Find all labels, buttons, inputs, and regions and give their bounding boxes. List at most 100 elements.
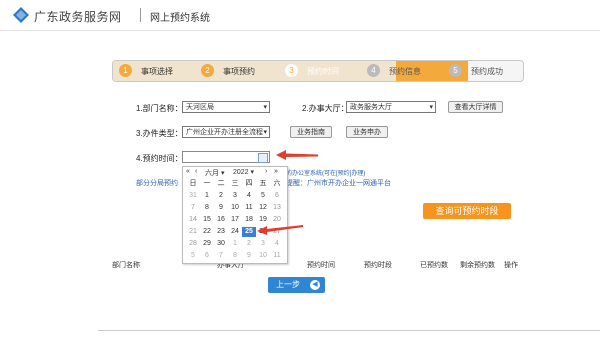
date-cell[interactable]: 7: [214, 251, 228, 261]
date-cell[interactable]: 4: [270, 239, 284, 249]
business-guide-button[interactable]: 业务指南: [290, 126, 332, 138]
step-label: 事项预约: [223, 67, 255, 76]
date-cell[interactable]: 28: [186, 239, 200, 249]
business-apply-button[interactable]: 业务申办: [346, 126, 388, 138]
date-cell[interactable]: 11: [270, 251, 284, 261]
prev-year-icon[interactable]: «: [186, 168, 190, 175]
column-header: 已预约数: [420, 262, 448, 269]
weekday-header: 三: [231, 180, 239, 187]
date-cell[interactable]: 17: [228, 215, 242, 225]
results-table-header: 部门名称 办事大厅 预约时间 预约时段 已预约数 剩余预约数 操作: [112, 258, 522, 270]
weekday-header: 二: [217, 180, 225, 187]
month-select[interactable]: 六月 ▾: [205, 168, 224, 178]
next-month-icon[interactable]: ›: [265, 168, 267, 175]
step-5: 5 预约成功: [449, 61, 521, 81]
red-arrow-icon: [257, 225, 303, 235]
weekday-header: 六: [273, 180, 281, 187]
date-cell[interactable]: 12: [256, 203, 270, 213]
calendar-icon[interactable]: [258, 153, 268, 163]
next-year-icon[interactable]: »: [274, 168, 278, 175]
year-value: 2022: [233, 169, 249, 176]
header: 广东政务服务网 网上预约系统: [0, 0, 600, 31]
item-type-select-value: 广州企业开办注册全流程: [186, 129, 263, 136]
year-select[interactable]: 2022 ▾: [233, 168, 254, 176]
date-cell[interactable]: 6: [270, 191, 284, 201]
query-available-slots-button[interactable]: 查询可预约时段: [423, 203, 511, 219]
chevron-down-icon: ▾: [429, 104, 433, 111]
column-header: 操作: [504, 262, 518, 269]
step-label: 预约时间: [307, 67, 339, 76]
column-header: 预约时间: [307, 262, 335, 269]
date-cell[interactable]: 2: [214, 191, 228, 201]
date-cell[interactable]: 18: [242, 215, 256, 225]
hall-select-value: 政务服务大厅: [350, 104, 392, 111]
step-number: 3: [285, 64, 298, 77]
previous-step-button[interactable]: 上一步 ◀: [268, 277, 325, 293]
hall-detail-button[interactable]: 查看大厅详情: [448, 101, 503, 113]
date-cell[interactable]: 4: [242, 191, 256, 201]
hall-select[interactable]: 政务服务大厅 ▾: [346, 101, 436, 113]
date-cell[interactable]: 9: [242, 251, 256, 261]
date-cell[interactable]: 1: [228, 239, 242, 249]
system-title: 网上预约系统: [150, 13, 210, 24]
date-cell[interactable]: 8: [228, 251, 242, 261]
date-cell[interactable]: 15: [200, 215, 214, 225]
date-cell[interactable]: 9: [214, 203, 228, 213]
step-label: 预约信息: [389, 67, 421, 76]
date-cell[interactable]: 6: [200, 251, 214, 261]
dept-label: 1.部门名称：: [136, 104, 183, 113]
item-type-label: 3.办件类型：: [136, 129, 183, 138]
item-type-select[interactable]: 广州企业开办注册全流程 ▾: [182, 126, 270, 138]
appointment-date-input[interactable]: [182, 151, 270, 163]
dept-select-value: 天河区局: [186, 104, 214, 111]
site-title[interactable]: 广东政务服务网: [34, 8, 122, 25]
date-cell[interactable]: 31: [186, 191, 200, 201]
date-cell[interactable]: 13: [270, 203, 284, 213]
notice-left[interactable]: 部分分局预约: [136, 178, 178, 188]
date-cell[interactable]: 23: [214, 227, 228, 237]
date-cell[interactable]: 24: [228, 227, 242, 237]
progress-steps: 1 事项选择 2 事项预约 3 预约时间 4 预约信息 5 预约成功: [112, 60, 524, 82]
selected-date-cell[interactable]: 25: [242, 227, 256, 237]
step-4: 4 预约信息: [367, 61, 447, 81]
previous-step-label: 上一步: [276, 280, 300, 289]
weekday-header: 日: [189, 180, 197, 187]
date-cell[interactable]: 21: [186, 227, 200, 237]
footer-divider: [98, 330, 600, 331]
date-cell[interactable]: 3: [256, 239, 270, 249]
prev-month-icon[interactable]: ‹: [195, 168, 197, 175]
weekday-header: 一: [203, 180, 211, 187]
notice-right-2[interactable]: 提醒：广州市开办企业一网通平台: [286, 178, 391, 188]
date-picker-header: « ‹ 六月 ▾ 2022 ▾ › »: [183, 167, 287, 178]
notice-right-1[interactable]: 的办公室系统(可在[预约]办理): [286, 168, 365, 177]
date-cell[interactable]: 11: [242, 203, 256, 213]
dept-select[interactable]: 天河区局 ▾: [182, 101, 270, 113]
date-cell[interactable]: 1: [200, 191, 214, 201]
weekday-header: 四: [245, 180, 253, 187]
hall-label: 2.办事大厅：: [302, 104, 349, 113]
arrow-left-icon: ◀: [310, 280, 320, 290]
date-cell[interactable]: 5: [186, 251, 200, 261]
step-2: 2 事项预约: [201, 61, 281, 81]
date-picker-popup: « ‹ 六月 ▾ 2022 ▾ › » 日一二三四五六 31 1 2 3 4 5 6 7 8 9 10…: [182, 166, 288, 264]
date-cell[interactable]: 2: [242, 239, 256, 249]
chevron-down-icon: ▾: [263, 129, 267, 136]
step-label: 预约成功: [471, 67, 503, 76]
date-cell[interactable]: 22: [200, 227, 214, 237]
column-header: 部门名称: [112, 262, 140, 269]
date-cell[interactable]: 29: [200, 239, 214, 249]
date-cell[interactable]: 7: [186, 203, 200, 213]
date-cell[interactable]: 14: [186, 215, 200, 225]
weekday-header: 五: [259, 180, 267, 187]
step-number: 4: [367, 64, 380, 77]
date-cell[interactable]: 16: [214, 215, 228, 225]
date-cell[interactable]: 8: [200, 203, 214, 213]
date-cell[interactable]: 30: [214, 239, 228, 249]
date-cell[interactable]: 3: [228, 191, 242, 201]
date-cell[interactable]: 10: [228, 203, 242, 213]
logo-icon: [13, 7, 29, 23]
date-cell[interactable]: 5: [256, 191, 270, 201]
step-label: 事项选择: [141, 67, 173, 76]
column-header: 预约时段: [364, 262, 392, 269]
date-cell[interactable]: 10: [256, 251, 270, 261]
